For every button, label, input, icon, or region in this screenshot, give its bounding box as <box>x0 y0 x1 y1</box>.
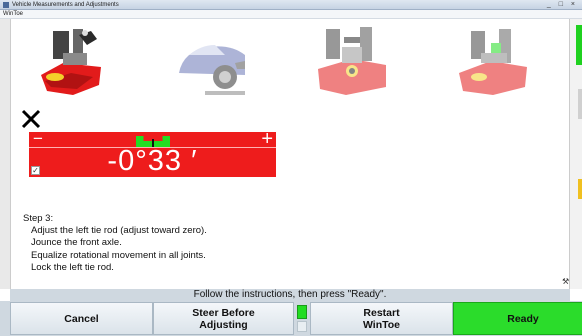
tie-rod-lock-image[interactable] <box>457 25 527 100</box>
steer-before-adjusting-button[interactable]: Steer Before Adjusting <box>153 302 294 335</box>
menu-item-wintoe[interactable]: WinToe <box>3 10 23 19</box>
window-title: Vehicle Measurements and Adjustments <box>12 2 119 8</box>
step-heading: Step 3: <box>23 213 54 224</box>
app-icon <box>3 2 9 8</box>
right-side-panel <box>570 19 582 289</box>
steer-before-adjusting-label: Steer Before Adjusting <box>192 306 255 331</box>
instruction-line: Adjust the left tie rod (adjust toward z… <box>31 225 207 237</box>
side-indicator-yellow <box>578 179 582 199</box>
gauge-value: -0°33 ′ <box>107 145 198 177</box>
instructions-panel: Step 3: Adjust the left tie rod (adjust … <box>23 213 207 274</box>
ready-button[interactable]: Ready <box>453 302 582 335</box>
vehicle-jounce-image[interactable] <box>175 25 245 100</box>
restart-wintoe-label: Restart WinToe <box>362 306 401 331</box>
ready-indicator <box>294 302 310 335</box>
ready-button-label: Ready <box>507 312 539 325</box>
menu-bar: WinToe <box>0 10 582 19</box>
toe-gauge: − + -0°33 ′ ✓ <box>29 129 276 177</box>
tools-icon[interactable]: ⚒ <box>562 277 571 286</box>
window-controls[interactable]: _ □ × <box>547 0 578 10</box>
cancel-button[interactable]: Cancel <box>10 302 153 335</box>
side-indicator-green <box>576 25 582 65</box>
title-bar: Vehicle Measurements and Adjustments _ □… <box>0 0 582 10</box>
left-margin <box>0 19 10 289</box>
instruction-line: Jounce the front axle. <box>31 237 122 249</box>
idle-led <box>297 321 307 332</box>
cancel-button-label: Cancel <box>64 312 99 325</box>
checkmark-icon[interactable]: ✓ <box>31 166 40 175</box>
joint-rotation-image[interactable] <box>316 25 386 100</box>
instruction-line: Equalize rotational movement in all join… <box>31 249 206 261</box>
tie-rod-adjust-image[interactable] <box>33 25 103 100</box>
ready-led <box>297 305 307 319</box>
gauge-minus-label: − <box>33 129 43 148</box>
status-message: Follow the instructions, then press "Rea… <box>10 289 570 301</box>
x-mark-icon <box>20 108 42 130</box>
side-indicator-gray <box>578 89 582 119</box>
restart-wintoe-button[interactable]: Restart WinToe <box>310 302 453 335</box>
instruction-line: Lock the left tie rod. <box>31 261 114 273</box>
